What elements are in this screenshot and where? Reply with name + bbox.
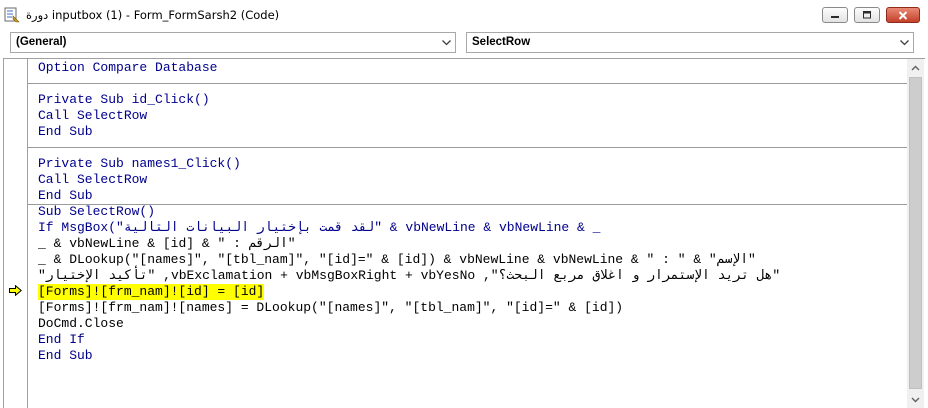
code-line[interactable]: DoCmd.Close	[38, 316, 124, 332]
vba-module-icon	[4, 7, 20, 23]
code-line[interactable]: End If	[38, 332, 85, 348]
code-line[interactable]: "الرقم : " & [id] & vbNewLine & _	[38, 236, 413, 252]
code-line[interactable]: Private Sub id_Click()	[38, 92, 210, 108]
chevron-down-icon[interactable]	[899, 38, 910, 47]
code-window-toolbar: (General) SelectRow	[0, 30, 928, 56]
minimize-button[interactable]	[822, 7, 848, 23]
code-line[interactable]: Sub SelectRow()	[38, 204, 155, 220]
vba-code-window: دورة inputbox (1) - Form_FormSarsh2 (Cod…	[0, 0, 928, 408]
procedure-dropdown[interactable]: SelectRow	[466, 32, 914, 53]
code-line[interactable]: Call SelectRow	[38, 108, 147, 124]
procedure-separator	[28, 204, 907, 205]
maximize-button[interactable]	[854, 7, 880, 23]
current-execution-line[interactable]: [Forms]![frm_nam]![id] = [id]	[38, 284, 265, 300]
close-icon	[898, 10, 908, 20]
code-line[interactable]: "هل تريد الإستمرار و اغلاق مربع البحث؟",…	[38, 268, 897, 284]
title-bar: دورة inputbox (1) - Form_FormSarsh2 (Cod…	[0, 0, 928, 30]
code-line[interactable]: Call SelectRow	[38, 172, 147, 188]
minimize-icon	[831, 16, 839, 18]
code-line[interactable]: Private Sub names1_Click()	[38, 156, 241, 172]
execution-pointer-arrow-icon	[9, 285, 22, 296]
code-line[interactable]: Option Compare Database	[38, 60, 217, 76]
vertical-scrollbar[interactable]	[907, 59, 924, 408]
procedure-dropdown-value: SelectRow	[472, 36, 531, 48]
scroll-up-button[interactable]	[907, 59, 924, 76]
margin-indicator-bar[interactable]	[4, 59, 28, 408]
code-line[interactable]: End Sub	[38, 124, 93, 140]
close-button[interactable]	[886, 7, 920, 23]
code-line[interactable]: "الإسم" & " : " & DLookup("[names]", "[t…	[38, 252, 873, 268]
procedure-separator	[28, 147, 907, 148]
scroll-up-arrow-icon	[911, 65, 920, 70]
maximize-icon	[863, 11, 871, 19]
scrollbar-thumb[interactable]	[909, 77, 922, 389]
window-title-text: دورة inputbox (1) - Form_FormSarsh2 (Cod…	[26, 8, 280, 22]
procedure-separator	[28, 83, 907, 84]
code-text-area[interactable]: Option Compare Database Private Sub id_C…	[28, 59, 907, 408]
code-line[interactable]: [Forms]![frm_nam]![names] = DLookup("[na…	[38, 300, 623, 316]
code-line[interactable]: If MsgBox("لقد قمت بإختيار البيانات التا…	[38, 220, 600, 236]
object-dropdown[interactable]: (General)	[10, 32, 456, 53]
object-dropdown-value: (General)	[16, 36, 67, 48]
window-title: دورة inputbox (1) - Form_FormSarsh2 (Cod…	[26, 8, 279, 22]
scroll-down-button[interactable]	[907, 391, 924, 408]
scroll-down-arrow-icon	[911, 397, 920, 402]
code-line[interactable]: End Sub	[38, 188, 93, 204]
chevron-down-icon[interactable]	[441, 38, 452, 47]
code-line[interactable]: End Sub	[38, 348, 93, 364]
code-editor[interactable]: Option Compare Database Private Sub id_C…	[3, 58, 925, 408]
